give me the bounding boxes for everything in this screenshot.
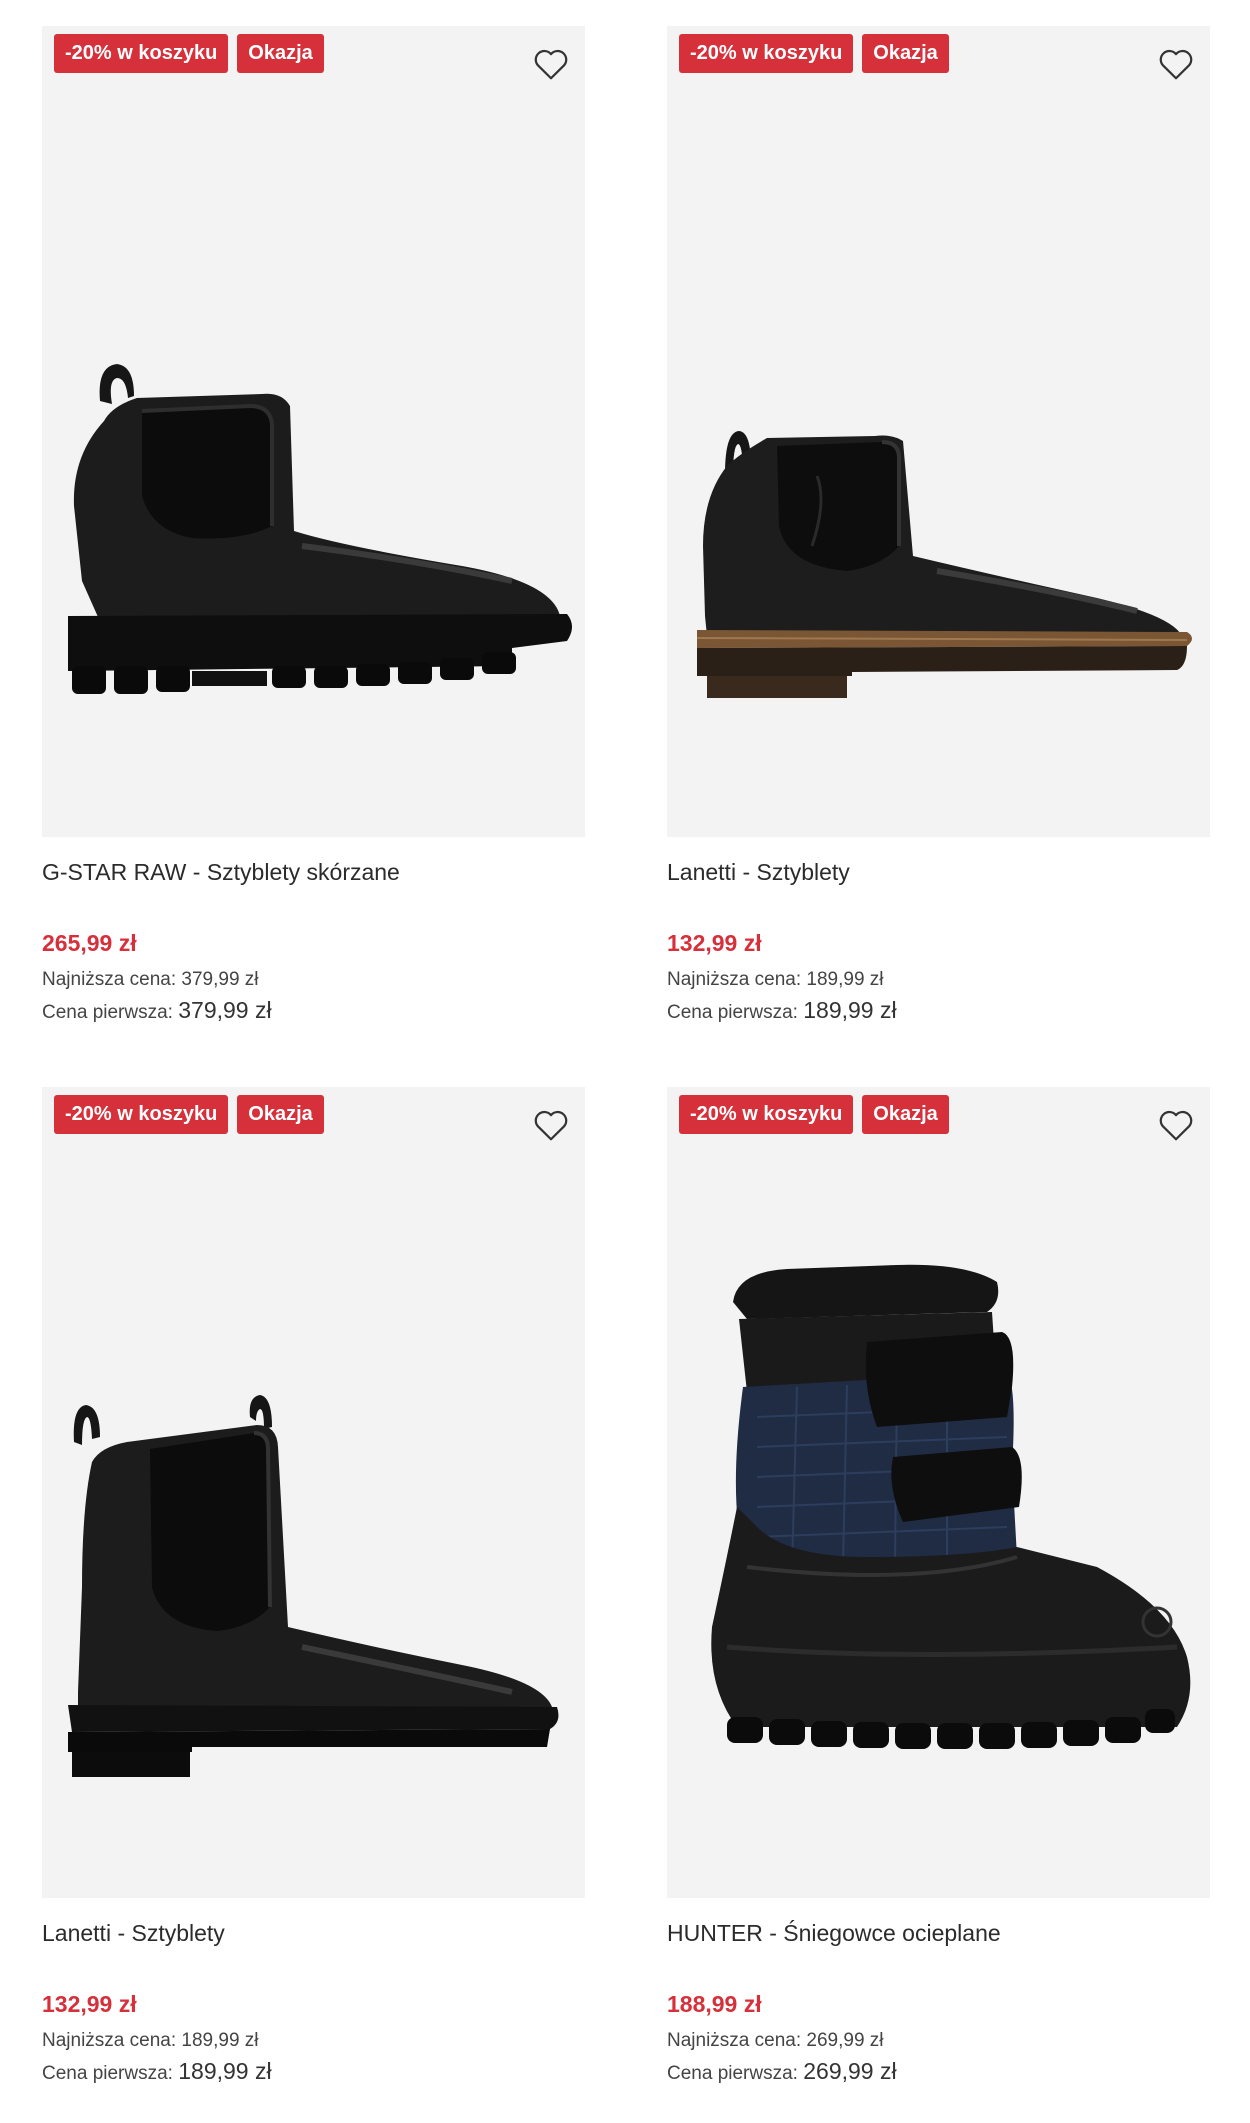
lowest-price-label: Najniższa cena: <box>42 969 177 990</box>
deal-badge: Okazja <box>862 34 949 73</box>
lowest-price-value: 379,99 zł <box>181 969 259 990</box>
product-price: 265,99 zł <box>42 930 137 956</box>
heart-outline-icon <box>534 1110 568 1141</box>
shoe-image <box>68 1395 559 1777</box>
heart-outline-icon <box>1159 49 1193 80</box>
lowest-price: Najniższa cena: 189,99 zł <box>667 965 1210 995</box>
deal-badge: Okazja <box>237 1095 324 1134</box>
original-price-label: Cena pierwsza: <box>667 1002 798 1023</box>
original-price-value: 269,99 zł <box>803 2058 897 2084</box>
product-image[interactable]: -20% w koszyku Okazja <box>42 26 585 837</box>
original-price-value: 189,99 zł <box>803 997 897 1023</box>
original-price-label: Cena pierwsza: <box>42 1002 173 1023</box>
product-grid: -20% w koszyku Okazja G-STAR RAW - Sztyb… <box>0 0 1250 2123</box>
favorite-button[interactable] <box>531 44 571 84</box>
lowest-price-label: Najniższa cena: <box>667 2030 802 2051</box>
favorite-button[interactable] <box>1156 44 1196 84</box>
product-image[interactable]: -20% w koszyku Okazja <box>42 1087 585 1898</box>
product-price: 132,99 zł <box>42 1991 137 2017</box>
heart-outline-icon <box>534 49 568 80</box>
deal-badge: Okazja <box>862 1095 949 1134</box>
product-name[interactable]: HUNTER - Śniegowce ocieplane <box>667 1918 1210 1948</box>
cart-discount-badge: -20% w koszyku <box>54 1095 229 1134</box>
cart-discount-badge: -20% w koszyku <box>679 34 854 73</box>
product-name[interactable]: G-STAR RAW - Sztyblety skórzane <box>42 857 585 887</box>
favorite-button[interactable] <box>531 1105 571 1145</box>
lowest-price: Najniższa cena: 189,99 zł <box>42 2026 585 2056</box>
lowest-price-label: Najniższa cena: <box>667 969 802 990</box>
shoe-image <box>696 431 1192 698</box>
original-price: Cena pierwsza: 189,99 zł <box>42 2056 585 2089</box>
badge-group: -20% w koszyku Okazja <box>54 34 324 73</box>
product-card[interactable]: -20% w koszyku Okazja G-STAR RAW - Sztyb… <box>42 26 585 1028</box>
original-price-value: 189,99 zł <box>178 2058 272 2084</box>
shoe-image <box>68 364 572 694</box>
product-card[interactable]: -20% w koszyku Okazja Lanetti - Sztyblet… <box>667 26 1210 1028</box>
original-price: Cena pierwsza: 189,99 zł <box>667 995 1210 1028</box>
original-price: Cena pierwsza: 379,99 zł <box>42 995 585 1028</box>
deal-badge: Okazja <box>237 34 324 73</box>
badge-group: -20% w koszyku Okazja <box>679 34 949 73</box>
badge-group: -20% w koszyku Okazja <box>54 1095 324 1134</box>
product-name[interactable]: Lanetti - Sztyblety <box>42 1918 585 1948</box>
lowest-price-value: 189,99 zł <box>806 969 884 990</box>
original-price-label: Cena pierwsza: <box>42 2063 173 2084</box>
product-price: 132,99 zł <box>667 930 762 956</box>
favorite-button[interactable] <box>1156 1105 1196 1145</box>
lowest-price-value: 189,99 zł <box>181 2030 259 2051</box>
product-price: 188,99 zł <box>667 1991 762 2017</box>
shoe-image <box>711 1264 1191 1749</box>
product-card[interactable]: -20% w koszyku Okazja Lanetti - Sztyblet… <box>42 1087 585 2089</box>
product-image[interactable]: -20% w koszyku Okazja <box>667 1087 1210 1898</box>
original-price-value: 379,99 zł <box>178 997 272 1023</box>
product-card[interactable]: -20% w koszyku Okazja HUNTER - Śniegowce… <box>667 1087 1210 2089</box>
product-name[interactable]: Lanetti - Sztyblety <box>667 857 1210 887</box>
cart-discount-badge: -20% w koszyku <box>679 1095 854 1134</box>
heart-outline-icon <box>1159 1110 1193 1141</box>
badge-group: -20% w koszyku Okazja <box>679 1095 949 1134</box>
lowest-price: Najniższa cena: 269,99 zł <box>667 2026 1210 2056</box>
lowest-price: Najniższa cena: 379,99 zł <box>42 965 585 995</box>
product-image[interactable]: -20% w koszyku Okazja <box>667 26 1210 837</box>
original-price: Cena pierwsza: 269,99 zł <box>667 2056 1210 2089</box>
cart-discount-badge: -20% w koszyku <box>54 34 229 73</box>
lowest-price-label: Najniższa cena: <box>42 2030 177 2051</box>
lowest-price-value: 269,99 zł <box>806 2030 884 2051</box>
original-price-label: Cena pierwsza: <box>667 2063 798 2084</box>
